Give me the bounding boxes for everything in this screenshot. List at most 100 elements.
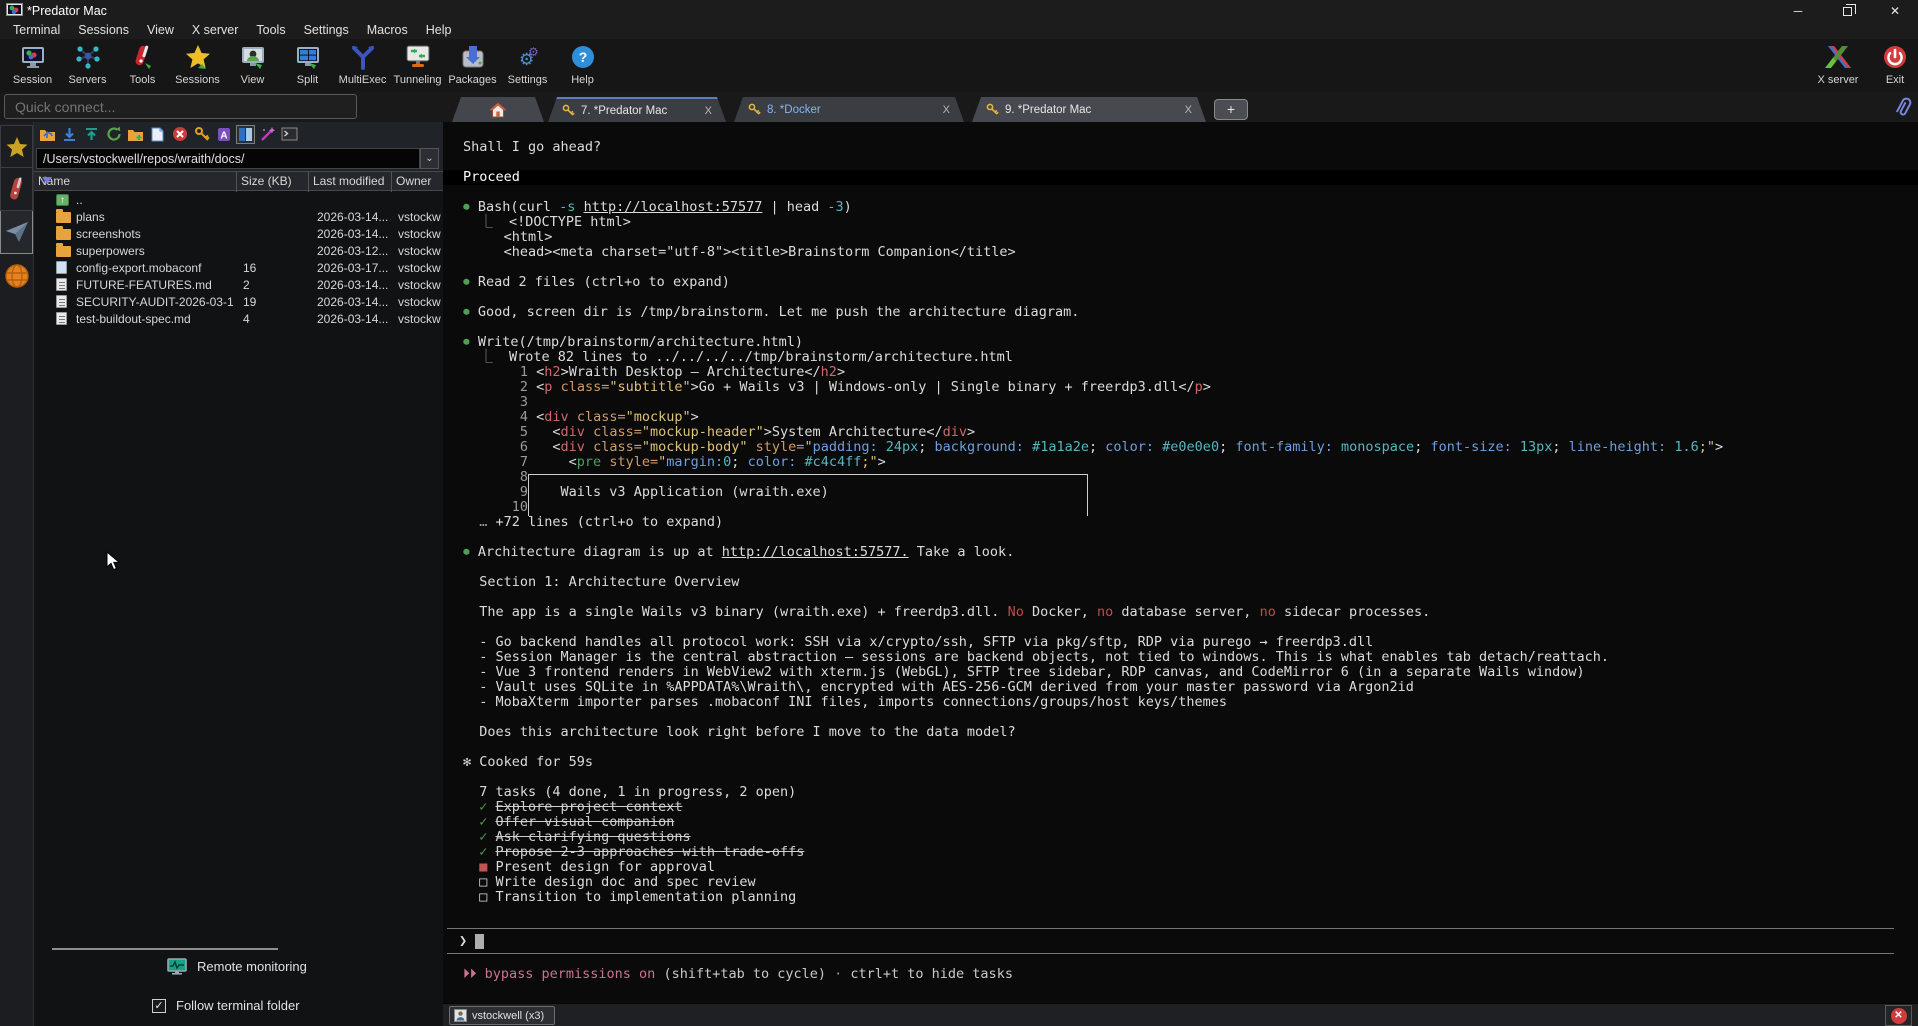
file-name: screenshots [76,227,234,241]
file-row[interactable]: ↑.. [34,191,443,208]
menu-sessions[interactable]: Sessions [69,22,138,39]
refresh-icon[interactable] [104,125,123,144]
terminal-line [463,260,1918,275]
remote-monitoring-icon [167,958,187,975]
upload-icon[interactable] [82,125,101,144]
edit-document-icon[interactable]: A [214,125,233,144]
file-row[interactable]: config-export.mobaconf162026-03-17...vst… [34,259,443,276]
home-icon [489,102,507,118]
checkbox-checked-icon[interactable]: ✓ [152,999,166,1013]
file-name: .. [76,193,234,207]
new-file-icon[interactable] [148,125,167,144]
tunneling-button[interactable]: Tunneling [390,42,445,91]
statusbar-close-button[interactable]: ✕ [1885,1005,1912,1026]
key-icon[interactable] [192,125,211,144]
file-row[interactable]: SECURITY-AUDIT-2026-03-1...192026-03-14.… [34,293,443,310]
tab-close-icon[interactable]: X [1185,104,1192,116]
tab-docker-8[interactable]: 8. *Docker X [734,97,964,122]
terminal-line: The app is a single Wails v3 binary (wra… [463,605,1918,620]
view-label: View [241,74,265,86]
menu-tools[interactable]: Tools [247,22,294,39]
session-button[interactable]: Session [5,42,60,91]
file-name: SECURITY-AUDIT-2026-03-1... [76,295,234,309]
terminal-line [463,710,1918,725]
session-user-label: vstockwell (x3) [472,1010,544,1022]
terminal-line: ✓ Ask clarifying questions [463,830,1918,845]
column-header-owner[interactable]: Owner [392,172,443,192]
follow-terminal-folder-checkbox[interactable]: ✓ Follow terminal folder [152,998,300,1013]
file-row[interactable]: screenshots2026-03-14...vstockw [34,225,443,242]
minimize-button[interactable]: ─ [1775,0,1821,22]
file-size: 19 [243,295,256,309]
tunneling-label: Tunneling [394,74,442,86]
file-icon [56,295,72,308]
go-parent-folder-icon[interactable] [38,125,57,144]
path-dropdown-button[interactable]: ⌄ [420,148,439,169]
file-row[interactable]: test-buildout-spec.md42026-03-14...vstoc… [34,310,443,327]
tab-close-icon[interactable]: X [943,104,950,116]
network-tab[interactable] [0,254,33,297]
file-modified: 2026-03-14... [317,210,388,224]
quick-connect-input[interactable] [4,94,357,119]
open-terminal-icon[interactable] [280,125,299,144]
tab-home[interactable] [452,97,544,122]
terminal-prompt[interactable]: ❯ [447,928,1894,954]
menu-help[interactable]: Help [417,22,461,39]
menu-view[interactable]: View [138,22,183,39]
macros-tab[interactable] [0,168,33,211]
tab-predator-9[interactable]: 9. *Predator Mac X [972,97,1206,122]
favorites-tab[interactable] [0,125,33,168]
column-header-modified[interactable]: Last modified [309,172,392,192]
servers-button[interactable]: Servers [60,42,115,91]
file-owner: vstockw [398,227,441,241]
menu-terminal[interactable]: Terminal [4,22,69,39]
terminal-status-line: ⏵⏵ bypass permissions on (shift+tab to c… [463,966,1013,982]
ascii-diagram-box [528,474,1088,516]
file-size: 16 [243,261,256,275]
delete-icon[interactable] [170,125,189,144]
toggle-tree-view-icon[interactable] [236,125,255,144]
new-folder-icon[interactable] [126,125,145,144]
multiexec-button[interactable]: MultiExec [335,42,390,91]
close-button[interactable]: ✕ [1872,0,1918,22]
remote-monitoring-button[interactable]: Remote monitoring [167,958,307,975]
column-header-size[interactable]: Size (KB) [237,172,309,192]
view-button[interactable]: View [225,42,280,91]
column-header-name[interactable]: Name [34,172,237,192]
restore-button[interactable] [1824,0,1870,22]
magic-wand-icon[interactable] [258,125,277,144]
split-button[interactable]: Split [280,42,335,91]
star-icon [5,135,29,159]
xserver-button[interactable]: X server [1805,42,1871,91]
sftp-browser-tab[interactable] [0,211,33,254]
new-tab-button[interactable]: + [1214,99,1248,120]
path-input[interactable] [36,148,420,169]
tab-predator-7[interactable]: 7. *Predator Mac X [548,97,726,122]
file-row[interactable]: plans2026-03-14...vstockw [34,208,443,225]
file-name: plans [76,210,234,224]
help-button[interactable]: ? Help [555,42,610,91]
terminal-pane[interactable]: Shall I go ahead? Proceed ⏺ Bash(curl -s… [443,122,1918,1003]
tab-close-icon[interactable]: X [705,105,712,117]
tools-button[interactable]: Tools [115,42,170,91]
menu-settings[interactable]: Settings [295,22,358,39]
file-row[interactable]: FUTURE-FEATURES.md22026-03-14...vstockw [34,276,443,293]
key-icon [562,104,575,117]
download-icon[interactable] [60,125,79,144]
exit-button[interactable]: Exit [1872,42,1918,91]
paperclip-icon[interactable] [1894,95,1914,119]
tab-bar: 7. *Predator Mac X 8. *Docker X 9. *Pred… [0,92,1918,122]
session-user-tab[interactable]: vstockwell (x3) [449,1006,555,1025]
file-browser-panel: A ⌄ Name Size (KB) Last modified Owner ↑… [34,122,443,1026]
terminal-line: □ Write design doc and spec review [463,875,1918,890]
file-row[interactable]: superpowers2026-03-12...vstockw [34,242,443,259]
settings-button[interactable]: ⚙⚙ Settings [500,42,555,91]
menu-x-server[interactable]: X server [183,22,248,39]
sessions-button[interactable]: Sessions [170,42,225,91]
packages-button[interactable]: Packages [445,42,500,91]
terminal-line [463,770,1918,785]
menu-macros[interactable]: Macros [358,22,417,39]
terminal-line [463,155,1918,170]
tab-label: 7. *Predator Mac [581,105,705,117]
view-icon [239,42,267,72]
